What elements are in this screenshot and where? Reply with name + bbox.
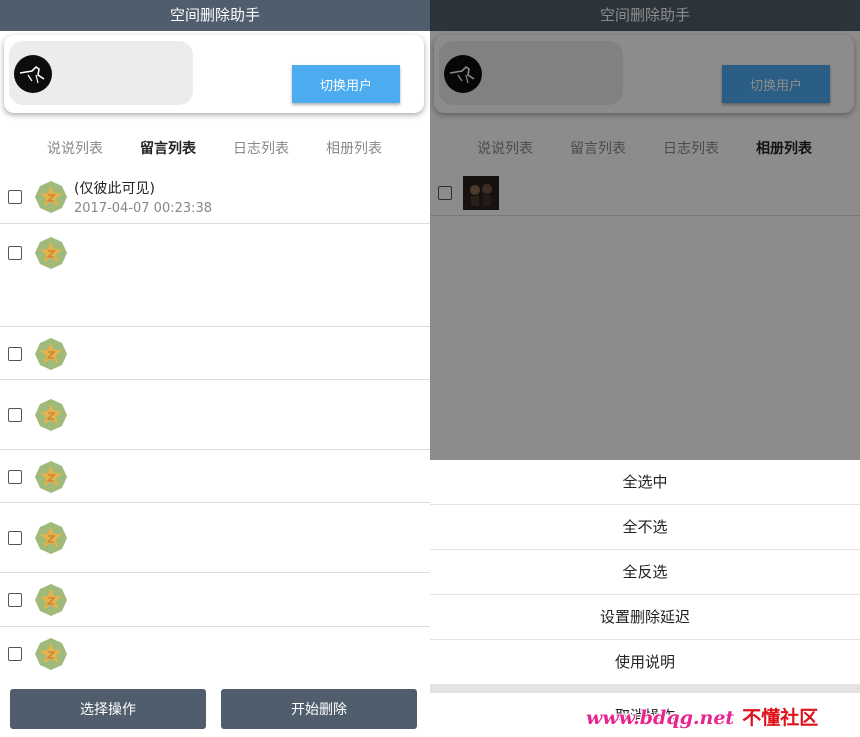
tab-liuyan[interactable]: 留言列表 — [128, 138, 208, 158]
start-delete-button[interactable]: 开始删除 — [221, 689, 417, 729]
star-badge-icon — [34, 180, 68, 214]
watermark-name: 不懂社区 — [742, 707, 819, 729]
message-row[interactable] — [0, 503, 430, 573]
watermark: www.bdqg.net 不懂社区 — [586, 703, 818, 730]
user-card: 切换用户 — [4, 35, 424, 113]
user-pill[interactable] — [9, 41, 193, 105]
invert-selection-option[interactable]: 全反选 — [430, 550, 860, 595]
tab-rizhi[interactable]: 日志列表 — [221, 138, 301, 158]
star-badge-icon — [34, 398, 68, 432]
background-page: 空间删除助手 切换用户 说说列表 留言列表 日志列表 相册列表 — [430, 0, 860, 460]
bottom-bar: 选择操作 开始删除 — [0, 682, 430, 737]
tab-xiangce[interactable]: 相册列表 — [314, 138, 394, 158]
checkbox-icon[interactable] — [8, 593, 22, 607]
star-badge-icon — [34, 637, 68, 671]
avatar-icon — [14, 55, 52, 93]
message-row[interactable] — [0, 224, 430, 327]
left-screen: 空间删除助手 切换用户 说说列表 留言列表 日志列表 相册列表 (仅彼此可见) 2… — [0, 0, 430, 737]
switch-user-button[interactable]: 切换用户 — [292, 65, 400, 103]
action-sheet: 全选中 全不选 全反选 设置删除延迟 使用说明 取消操作 — [430, 460, 860, 737]
tab-bar: 说说列表 留言列表 日志列表 相册列表 — [0, 128, 430, 166]
select-all-option[interactable]: 全选中 — [430, 460, 860, 505]
star-badge-icon — [34, 337, 68, 371]
message-row[interactable] — [0, 573, 430, 627]
checkbox-icon[interactable] — [8, 408, 22, 422]
app-title: 空间删除助手 — [0, 0, 430, 31]
select-action-button[interactable]: 选择操作 — [10, 689, 206, 729]
star-badge-icon — [34, 460, 68, 494]
checkbox-icon[interactable] — [8, 190, 22, 204]
checkbox-icon[interactable] — [8, 246, 22, 260]
message-time: 2017-04-07 00:23:38 — [74, 201, 213, 216]
checkbox-icon[interactable] — [8, 347, 22, 361]
tab-shuoshuo[interactable]: 说说列表 — [35, 138, 115, 158]
message-title: (仅彼此可见) — [74, 181, 155, 197]
message-row[interactable] — [0, 327, 430, 380]
checkbox-icon[interactable] — [8, 531, 22, 545]
watermark-url: www.bdqg.net — [586, 707, 735, 729]
star-badge-icon — [34, 521, 68, 555]
checkbox-icon[interactable] — [8, 470, 22, 484]
sheet-divider — [430, 684, 860, 693]
message-row[interactable] — [0, 380, 430, 450]
message-row[interactable]: (仅彼此可见) 2017-04-07 00:23:38 — [0, 170, 430, 224]
message-row[interactable] — [0, 627, 430, 681]
message-row[interactable] — [0, 450, 430, 503]
right-screen: 空间删除助手 切换用户 说说列表 留言列表 日志列表 相册列表 全选中 全不选 … — [430, 0, 860, 737]
checkbox-icon[interactable] — [8, 647, 22, 661]
select-none-option[interactable]: 全不选 — [430, 505, 860, 550]
set-delete-delay-option[interactable]: 设置删除延迟 — [430, 595, 860, 640]
usage-guide-option[interactable]: 使用说明 — [430, 640, 860, 685]
dim-overlay[interactable] — [430, 0, 860, 460]
star-badge-icon — [34, 583, 68, 617]
star-badge-icon — [34, 236, 68, 270]
